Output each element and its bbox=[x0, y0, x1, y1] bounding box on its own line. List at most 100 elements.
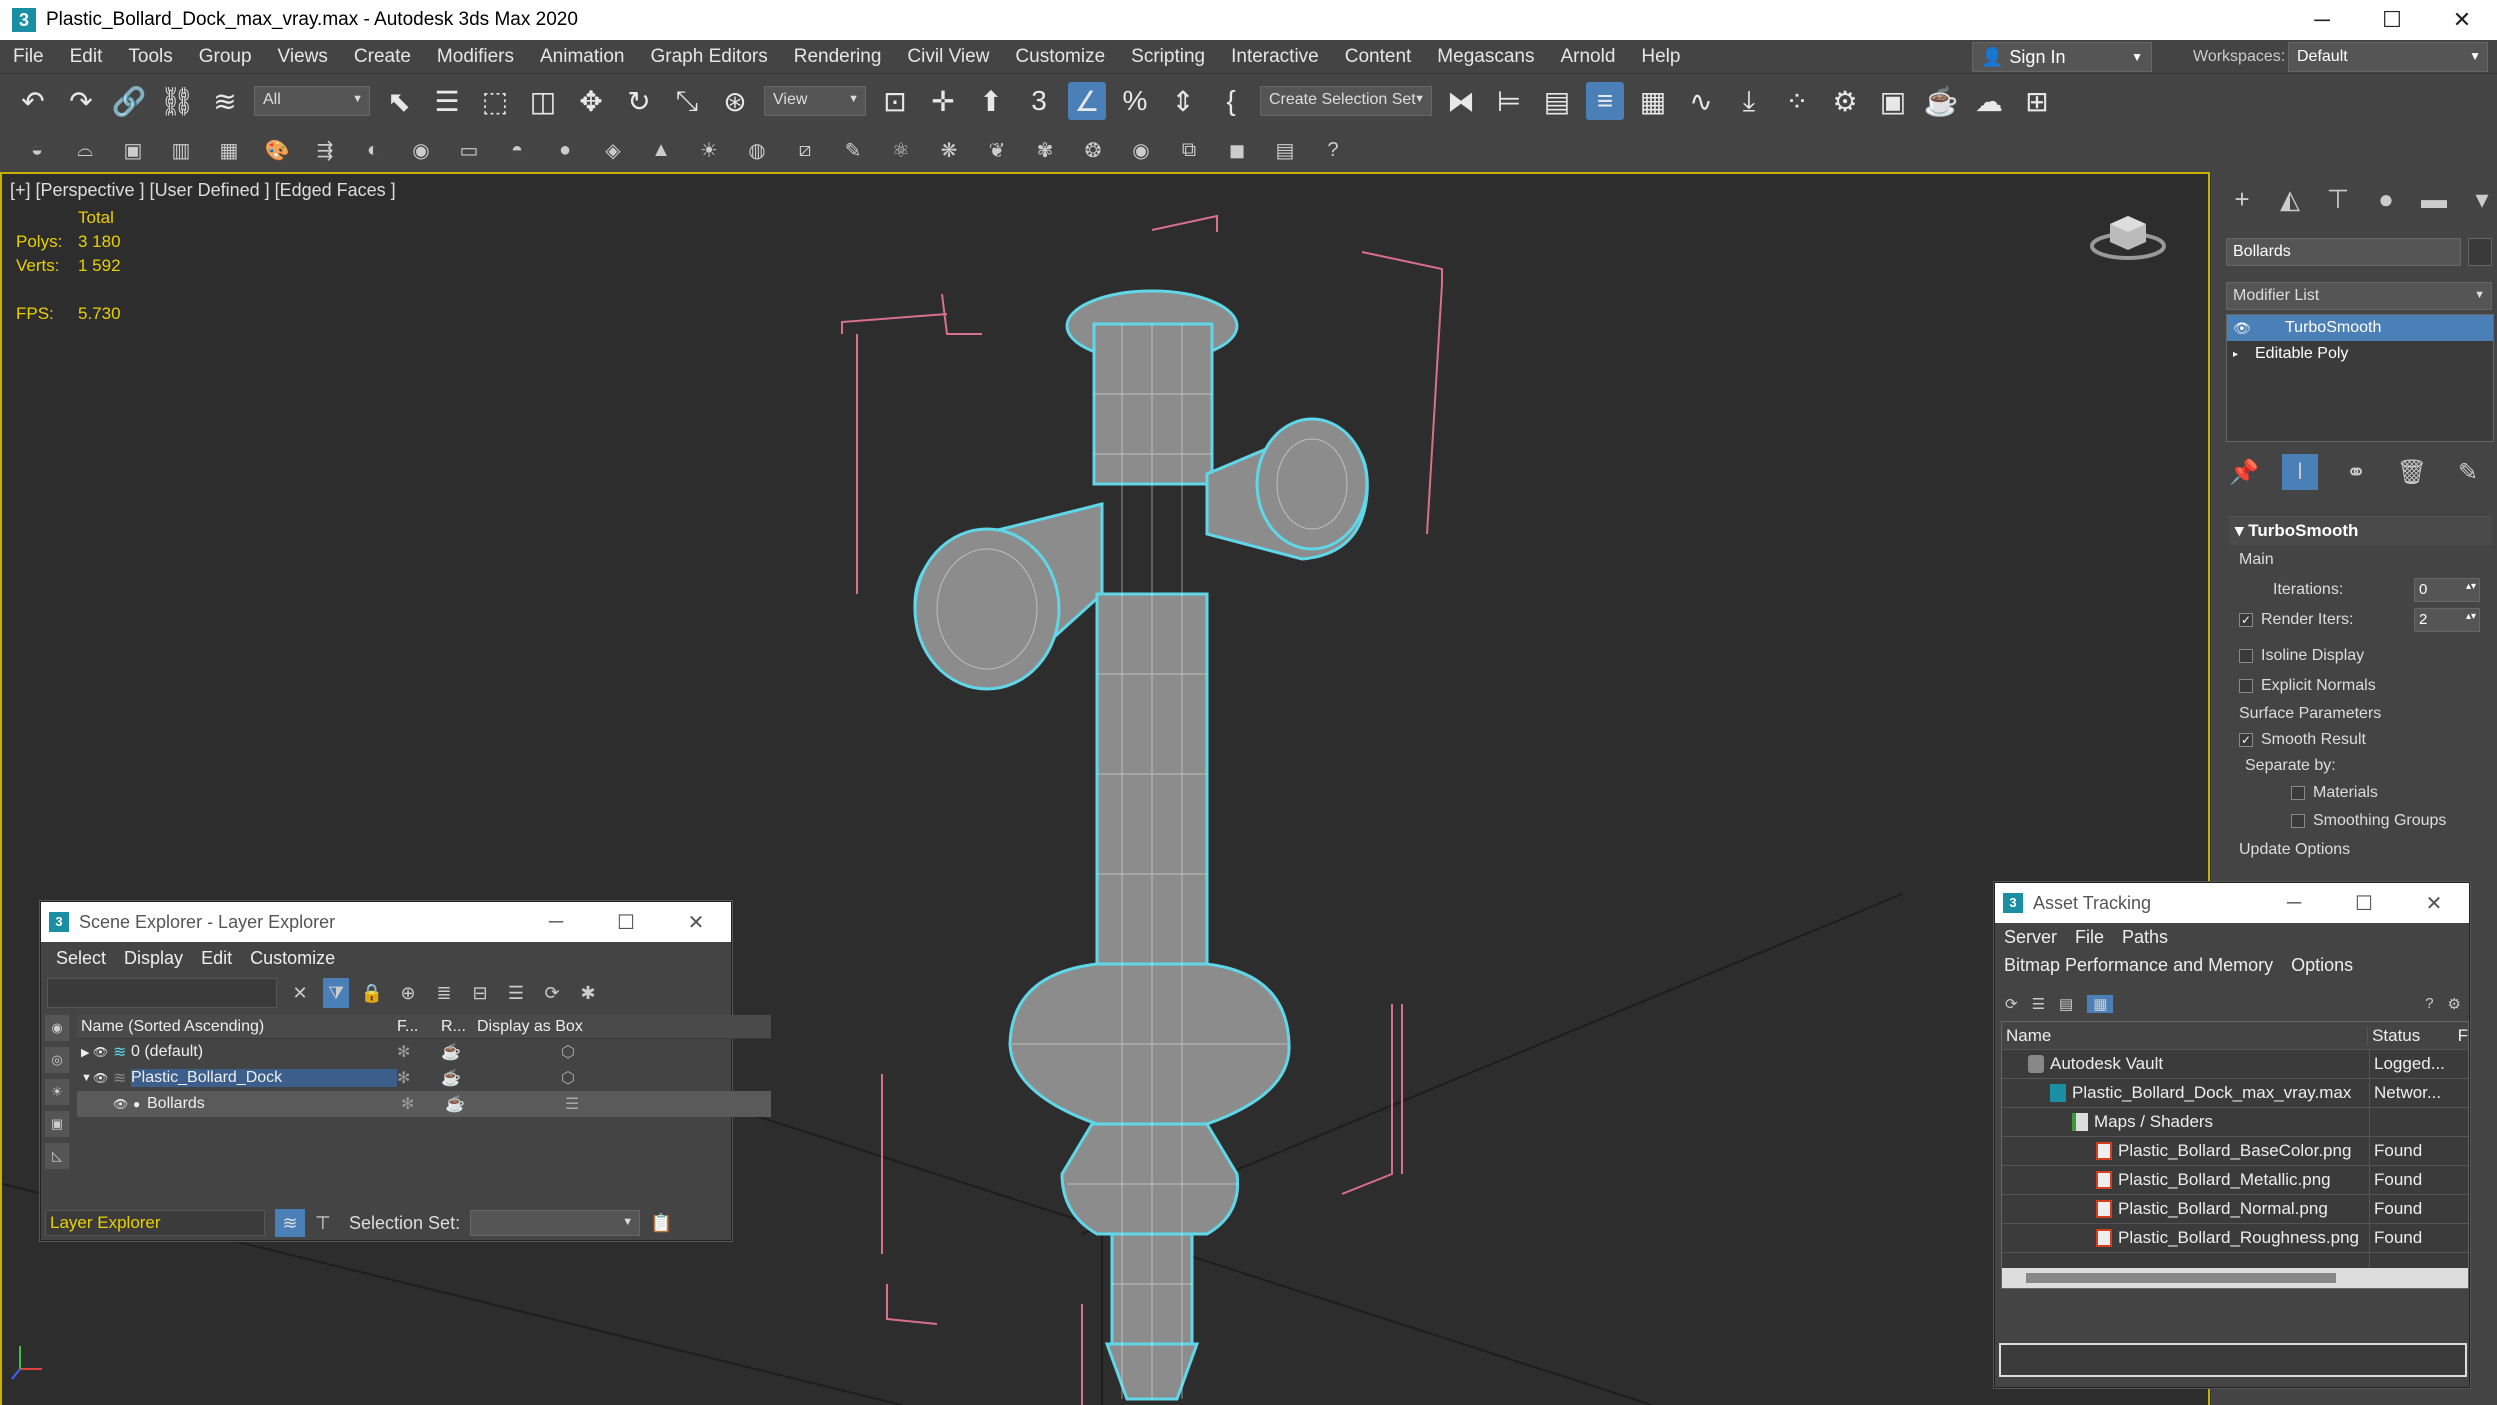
schematic-view-icon[interactable]: ⤓ bbox=[1730, 82, 1768, 120]
material-editor-icon[interactable]: ⁘ bbox=[1778, 82, 1816, 120]
menu-server[interactable]: Server bbox=[1995, 927, 2066, 948]
menu-create[interactable]: Create bbox=[341, 46, 424, 68]
toolbar2-icon-21[interactable]: ❦ bbox=[980, 133, 1014, 167]
toolbar2-icon-6[interactable]: 🎨 bbox=[260, 133, 294, 167]
toolbar2-icon-7[interactable]: ⇶ bbox=[308, 133, 342, 167]
toggle-ribbon-icon[interactable]: ▦ bbox=[1634, 82, 1672, 120]
toolbar2-icon-16[interactable]: ◍ bbox=[740, 133, 774, 167]
menu-scripting[interactable]: Scripting bbox=[1118, 46, 1218, 68]
window-crossing-icon[interactable]: ◫ bbox=[524, 82, 562, 120]
table-row[interactable]: Plastic_Bollard_Metallic.png Found bbox=[2002, 1166, 2468, 1195]
display-shapes-icon[interactable]: ◎ bbox=[45, 1047, 69, 1073]
expand-arrow-icon[interactable]: ▸ bbox=[2233, 349, 2255, 360]
render-in-cloud-icon[interactable]: ☁ bbox=[1970, 82, 2008, 120]
workspaces-dropdown[interactable]: Default ▼ bbox=[2288, 42, 2488, 72]
motion-tab-icon[interactable]: ● bbox=[2369, 184, 2403, 215]
show-end-result-icon[interactable]: ⏽ bbox=[2282, 454, 2318, 490]
sign-in-button[interactable]: 👤 Sign In ▼ bbox=[1972, 42, 2152, 72]
menu-customize[interactable]: Customize bbox=[1002, 46, 1118, 68]
menu-file[interactable]: File bbox=[2066, 927, 2113, 948]
add-selected-icon[interactable]: ⊟ bbox=[467, 978, 493, 1008]
create-tab-icon[interactable]: + bbox=[2225, 184, 2259, 215]
undo-icon[interactable]: ↶ bbox=[14, 82, 52, 120]
menu-civil-view[interactable]: Civil View bbox=[894, 46, 1002, 68]
menu-paths[interactable]: Paths bbox=[2113, 927, 2177, 948]
box-icon[interactable]: ☰ bbox=[565, 1094, 579, 1114]
angle-snap-icon[interactable]: ∠ bbox=[1068, 82, 1106, 120]
freeze-icon[interactable]: ✻ bbox=[397, 1042, 441, 1062]
a360-gallery-icon[interactable]: ⊞ bbox=[2018, 82, 2056, 120]
smooth-result-checkbox[interactable]: ✓ bbox=[2239, 733, 2253, 747]
search-input[interactable] bbox=[47, 978, 277, 1008]
toolbar2-icon-26[interactable]: ◼ bbox=[1220, 133, 1254, 167]
settings-icon[interactable]: ⚙ bbox=[2448, 995, 2461, 1013]
link-icon[interactable]: 🔗 bbox=[110, 82, 148, 120]
close-icon[interactable]: ✕ bbox=[2427, 0, 2497, 40]
help-icon[interactable]: ? bbox=[1316, 133, 1350, 167]
clear-search-icon[interactable]: ✕ bbox=[287, 978, 313, 1008]
modify-tab-icon[interactable]: ◭ bbox=[2273, 184, 2307, 215]
place-icon[interactable]: ⊛ bbox=[716, 82, 754, 120]
minimize-icon[interactable]: ─ bbox=[2259, 883, 2329, 923]
selection-set-dropdown[interactable]: ▼ bbox=[470, 1210, 641, 1236]
new-layer-icon[interactable]: ≣ bbox=[431, 978, 457, 1008]
menu-views[interactable]: Views bbox=[265, 46, 341, 68]
reference-coordinate-dropdown[interactable]: View ▼ bbox=[764, 86, 866, 116]
menu-tools[interactable]: Tools bbox=[115, 46, 185, 68]
column-name[interactable]: Name (Sorted Ascending) bbox=[77, 1018, 397, 1036]
menu-edit[interactable]: Edit bbox=[57, 46, 116, 68]
utilities-tab-icon[interactable]: ▾ bbox=[2465, 184, 2497, 215]
layers-icon[interactable]: ≋ bbox=[275, 1209, 305, 1237]
toolbar2-icon-23[interactable]: ❂ bbox=[1076, 133, 1110, 167]
toolbar2-icon-8[interactable]: ◐ bbox=[356, 133, 390, 167]
scale-icon[interactable]: ⤡ bbox=[668, 82, 706, 120]
menu-interactive[interactable]: Interactive bbox=[1218, 46, 1332, 68]
cone-icon[interactable]: ▲ bbox=[644, 133, 678, 167]
filter-icon[interactable]: ⧩ bbox=[323, 978, 349, 1008]
rect-selection-icon[interactable]: ⬚ bbox=[476, 82, 514, 120]
select-object-icon[interactable]: ⬉ bbox=[380, 82, 418, 120]
plane-icon[interactable]: ▭ bbox=[452, 133, 486, 167]
column-render[interactable]: R... bbox=[441, 1018, 477, 1036]
render-iters-spinner[interactable]: 2 ▴▾ bbox=[2414, 608, 2480, 632]
menu-megascans[interactable]: Megascans bbox=[1424, 46, 1547, 68]
layers-icon[interactable]: ☰ bbox=[503, 978, 529, 1008]
menu-options[interactable]: Options bbox=[2282, 955, 2362, 976]
column-display-as-box[interactable]: Display as Box bbox=[477, 1018, 583, 1036]
toggle-layer-explorer-icon[interactable]: ≡ bbox=[1586, 82, 1624, 120]
table-row[interactable]: Plastic_Bollard_Dock_max_vray.max Networ… bbox=[2002, 1079, 2468, 1108]
table-row[interactable]: Plastic_Bollard_Normal.png Found bbox=[2002, 1195, 2468, 1224]
toolbar2-icon-22[interactable]: ✾ bbox=[1028, 133, 1062, 167]
explorer-selector[interactable]: Layer Explorer bbox=[45, 1210, 265, 1236]
make-unique-icon[interactable]: ⚭ bbox=[2338, 454, 2374, 490]
toolbar2-icon-20[interactable]: ❋ bbox=[932, 133, 966, 167]
menu-rendering[interactable]: Rendering bbox=[781, 46, 895, 68]
menu-group[interactable]: Group bbox=[186, 46, 265, 68]
stack-item-editable-poly[interactable]: ▸ Editable Poly bbox=[2227, 341, 2493, 367]
toolbar2-icon-3[interactable]: ▣ bbox=[116, 133, 150, 167]
pin-stack-icon[interactable]: 📌 bbox=[2226, 454, 2262, 490]
scene-explorer-titlebar[interactable]: 3 Scene Explorer - Layer Explorer ─ ☐ ✕ bbox=[41, 902, 731, 942]
minimize-icon[interactable]: ─ bbox=[521, 902, 591, 942]
add-layer-icon[interactable]: ⊕ bbox=[395, 978, 421, 1008]
rendered-frame-window-icon[interactable]: ▣ bbox=[1874, 82, 1912, 120]
spinner-arrows-icon[interactable]: ▴▾ bbox=[2466, 581, 2476, 592]
rollout-title[interactable]: ▾ TurboSmooth bbox=[2229, 516, 2492, 545]
render-iters-checkbox[interactable]: ✓ bbox=[2239, 613, 2253, 627]
move-icon[interactable]: ✥ bbox=[572, 82, 610, 120]
menu-customize[interactable]: Customize bbox=[241, 948, 344, 969]
highlight-icon[interactable]: ✱ bbox=[575, 978, 601, 1008]
collapse-arrow-icon[interactable]: ▼ bbox=[77, 1072, 93, 1084]
eye-icon[interactable]: 👁 bbox=[2233, 320, 2255, 337]
configure-modifier-sets-icon[interactable]: ✎ bbox=[2450, 454, 2486, 490]
toolbar2-icon-19[interactable]: ⚛ bbox=[884, 133, 918, 167]
render-production-icon[interactable]: ☕ bbox=[1922, 82, 1960, 120]
display-lights-icon[interactable]: ☀ bbox=[45, 1079, 69, 1105]
align-icon[interactable]: ⊨ bbox=[1490, 82, 1528, 120]
object-name-field[interactable]: Bollards bbox=[2226, 238, 2461, 266]
eye-icon[interactable]: 👁 bbox=[93, 1045, 113, 1059]
display-tab-icon[interactable]: ▬ bbox=[2417, 184, 2451, 215]
menu-arnold[interactable]: Arnold bbox=[1547, 46, 1628, 68]
box-icon[interactable]: ⬡ bbox=[561, 1042, 575, 1062]
selection-filter-dropdown[interactable]: All ▼ bbox=[254, 86, 370, 116]
